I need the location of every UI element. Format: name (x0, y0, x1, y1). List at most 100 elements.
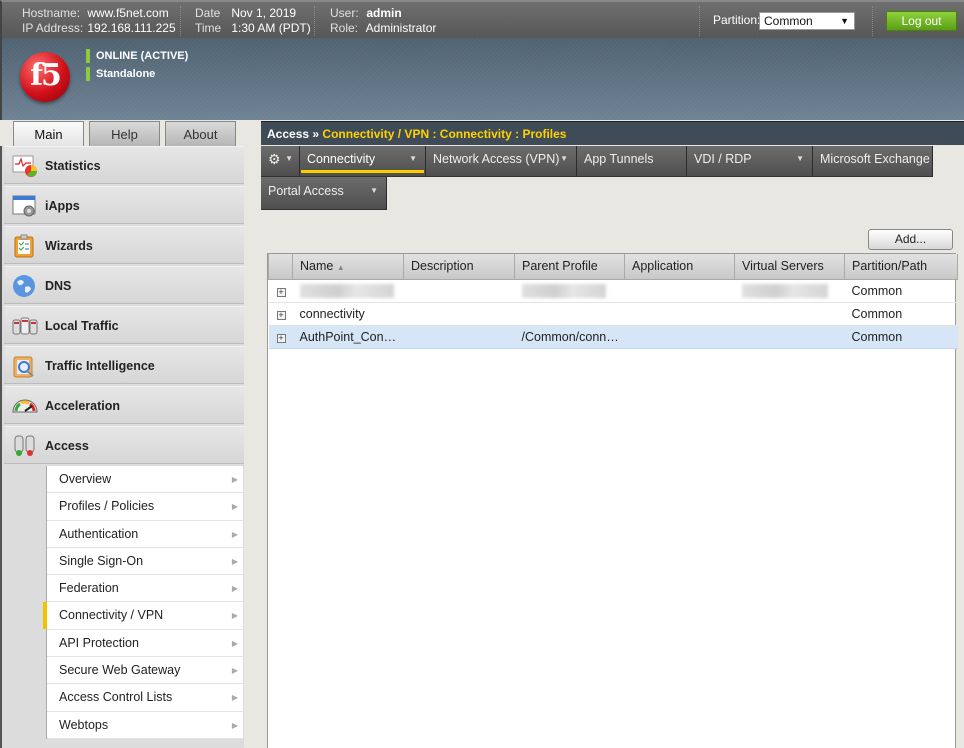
cell-virtual-servers (734, 279, 845, 303)
column-header-parent-profile[interactable]: Parent Profile (514, 254, 625, 280)
menu-tab-network-access[interactable]: Network Access (VPN) ▼ (426, 146, 577, 177)
menu-tab-portal-access[interactable]: Portal Access ▼ (261, 177, 387, 210)
date-label: Date (195, 6, 221, 20)
cell-application (624, 325, 735, 349)
cell-parent-profile (514, 302, 625, 326)
time-value: 1:30 AM (PDT) (231, 21, 311, 35)
sidebar-item-local-traffic[interactable]: Local Traffic (4, 306, 244, 344)
chevron-right-icon: ▶ (231, 638, 238, 648)
submenu-item-access-control-lists[interactable]: Access Control Lists ▶ (47, 684, 243, 712)
sidebar-item-traffic-intelligence[interactable]: Traffic Intelligence (4, 346, 244, 384)
host-info: Hostname: www.f5net.com IP Address: 192.… (22, 6, 176, 36)
sidebar-item-iapps[interactable]: iApps (4, 186, 244, 224)
dns-globe-icon (13, 275, 35, 297)
cell-name[interactable]: AuthPoint_Con… (292, 325, 404, 349)
submenu-item-federation[interactable]: Federation ▶ (47, 575, 243, 603)
chevron-right-icon: ▶ (231, 556, 238, 566)
redacted-name (299, 283, 394, 298)
menu-tab-app-tunnels[interactable]: App Tunnels (577, 146, 687, 177)
time-label: Time (195, 21, 222, 35)
chevron-right-icon: ▶ (231, 720, 238, 730)
submenu-item-authentication[interactable]: Authentication ▶ (47, 521, 243, 548)
cell-parent-profile: /Common/conn… (514, 325, 625, 349)
submenu-item-connectivity-vpn[interactable]: Connectivity / VPN ▶ (43, 602, 243, 630)
gear-icon: ⚙ (268, 151, 281, 167)
f5-logo[interactable]: f5 (20, 52, 70, 102)
sidebar-item-label: Traffic Intelligence (45, 359, 155, 373)
cell-description (403, 279, 515, 303)
breadcrumb-root[interactable]: Access (267, 127, 309, 141)
wizards-icon (14, 234, 34, 258)
gear-menu-button[interactable]: ⚙ ▼ (261, 146, 300, 177)
submenu-item-label: Profiles / Policies (59, 499, 155, 514)
role-label: Role: (330, 21, 359, 35)
dropdown-arrow-icon: ▼ (560, 154, 568, 163)
dropdown-arrow-icon: ▼ (840, 16, 849, 26)
expand-icon[interactable]: + (276, 310, 286, 320)
submenu-item-webtops[interactable]: Webtops ▶ (47, 712, 243, 739)
column-header-application[interactable]: Application (624, 254, 735, 280)
submenu-item-label: Webtops (59, 717, 109, 732)
submenu-item-label: Connectivity / VPN (59, 608, 164, 623)
sidebar-item-access[interactable]: Access (4, 426, 244, 464)
dropdown-arrow-icon: ▼ (409, 154, 417, 163)
cell-name[interactable]: connectivity (292, 302, 404, 326)
submenu-item-secure-web-gateway[interactable]: Secure Web Gateway ▶ (47, 657, 243, 685)
expand-icon[interactable]: + (276, 333, 286, 343)
submenu-item-api-protection[interactable]: API Protection ▶ (47, 630, 243, 658)
menu-tab-vdi-rdp[interactable]: VDI / RDP ▼ (687, 146, 813, 177)
sidebar-item-dns[interactable]: DNS (4, 266, 244, 304)
cell-partition: Common (844, 302, 958, 326)
menu-tab-microsoft-exchange[interactable]: Microsoft Exchange (813, 146, 933, 177)
redacted-virtual-servers (741, 283, 828, 298)
column-header-partition-path[interactable]: Partition/Path (844, 254, 958, 280)
column-header-label: Name (300, 259, 334, 274)
access-submenu: Overview ▶ Profiles / Policies ▶ Authentic… (43, 466, 243, 739)
tab-main[interactable]: Main (13, 121, 84, 149)
role-value: Administrator (365, 21, 437, 35)
table-row[interactable]: + connectivity Common (268, 302, 958, 326)
menu-tab-label: Network Access (VPN) (433, 152, 560, 166)
sidebar-item-statistics[interactable]: Statistics (4, 146, 244, 184)
local-traffic-icon (12, 317, 38, 335)
cell-name[interactable] (292, 279, 404, 303)
submenu-item-profiles-policies[interactable]: Profiles / Policies ▶ (47, 493, 243, 521)
expand-icon[interactable]: + (276, 287, 286, 297)
divider (699, 6, 700, 36)
date-time-info: Date Nov 1, 2019 Time 1:30 AM (PDT) (195, 6, 311, 36)
iapps-icon (12, 195, 36, 217)
add-button[interactable]: Add... (868, 229, 953, 250)
table-row[interactable]: + Common (268, 279, 958, 303)
date-value: Nov 1, 2019 (231, 6, 297, 20)
divider (314, 6, 315, 36)
logout-button[interactable]: Log out (886, 11, 957, 31)
chevron-right-icon: ▶ (231, 584, 238, 594)
chevron-right-icon: ▶ (231, 693, 238, 703)
column-header-name[interactable]: Name ▲ (292, 254, 404, 280)
chevron-right-icon: ▶ (231, 666, 238, 676)
menu-tab-label: Microsoft Exchange (820, 152, 930, 166)
cell-partition: Common (844, 279, 958, 303)
partition-label: Partition: (713, 13, 761, 27)
cell-application (624, 302, 735, 326)
submenu-item-overview[interactable]: Overview ▶ (47, 466, 243, 494)
table-row[interactable]: + AuthPoint_Con… /Common/conn… Common (268, 325, 958, 349)
sort-ascending-icon: ▲ (336, 263, 345, 273)
chevron-right-icon: ▶ (231, 611, 238, 621)
menu-tab-label: Portal Access (268, 184, 344, 198)
acceleration-gauge-icon (12, 399, 38, 413)
column-header-description[interactable]: Description (403, 254, 515, 280)
submenu-item-single-sign-on[interactable]: Single Sign-On ▶ (47, 548, 243, 576)
partition-select[interactable]: Common ▼ (759, 12, 855, 30)
sidebar-item-wizards[interactable]: Wizards (4, 226, 244, 264)
sidebar-item-acceleration[interactable]: Acceleration (4, 386, 244, 424)
menu-tab-connectivity[interactable]: Connectivity ▼ (300, 146, 426, 177)
ip-label: IP Address: (22, 21, 84, 35)
sidebar-item-label: Statistics (45, 159, 101, 173)
user-info: User: admin Role: Administrator (330, 6, 436, 36)
tab-about[interactable]: About (165, 121, 236, 147)
status-standalone: Standalone (86, 67, 155, 81)
tab-help[interactable]: Help (89, 121, 160, 147)
column-header-virtual-servers[interactable]: Virtual Servers (734, 254, 845, 280)
user-value: admin (366, 6, 402, 20)
